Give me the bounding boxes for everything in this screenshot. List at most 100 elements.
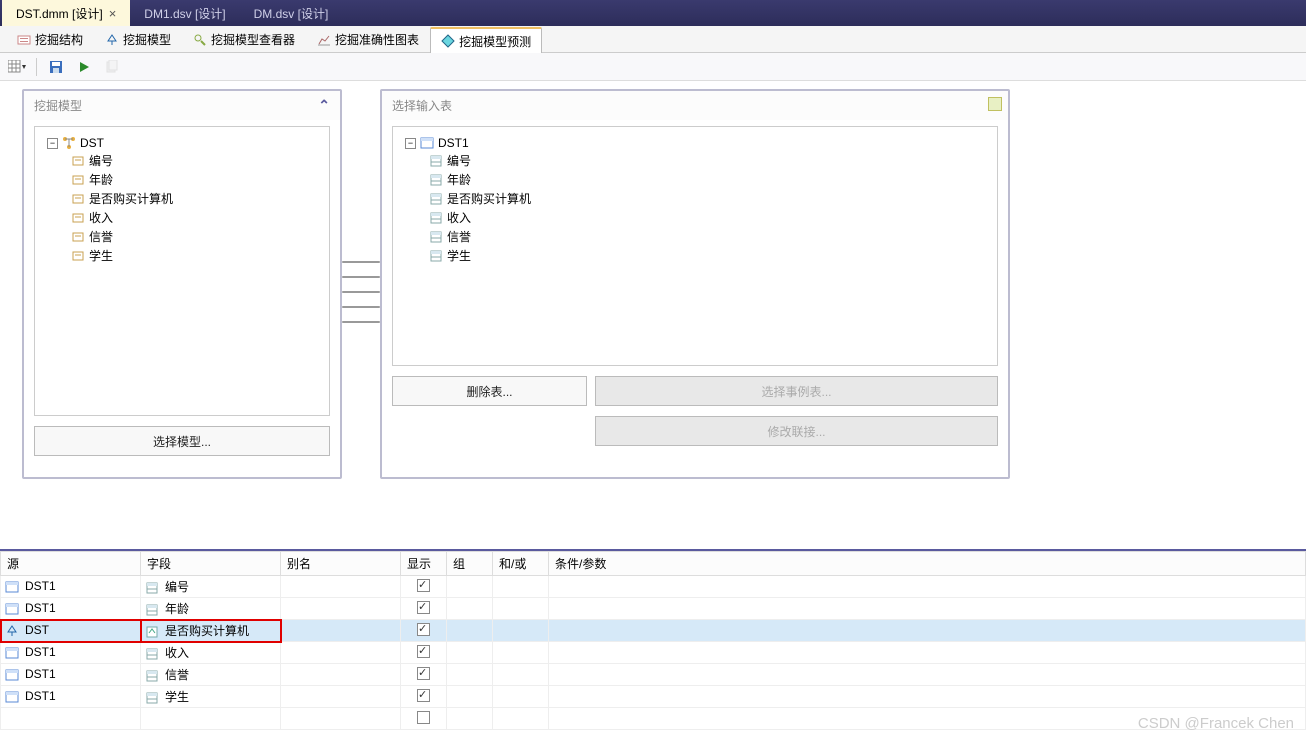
cell-field: 编号	[165, 580, 189, 594]
run-icon[interactable]	[75, 58, 93, 76]
doc-tab-dm[interactable]: DM.dsv [设计]	[240, 0, 343, 26]
tree-item[interactable]: 学生	[67, 246, 321, 265]
model-tree[interactable]: − DST 编号年龄是否购买计算机收入信誉学生	[34, 126, 330, 416]
show-checkbox[interactable]	[417, 667, 430, 680]
col-header-source[interactable]: 源	[1, 552, 141, 576]
cell-alias[interactable]	[281, 642, 401, 664]
tree-item[interactable]: 收入	[67, 208, 321, 227]
close-icon[interactable]: ×	[109, 6, 117, 21]
tree-item[interactable]: 是否购买计算机	[67, 189, 321, 208]
expander-icon[interactable]: −	[405, 138, 416, 149]
cell-condition[interactable]	[549, 686, 1306, 708]
table-row[interactable]: DST1 编号	[1, 576, 1306, 598]
cell-andor[interactable]	[493, 598, 549, 620]
col-header-alias[interactable]: 别名	[281, 552, 401, 576]
table-row[interactable]: DST1 信誉	[1, 664, 1306, 686]
tool-tab-label: 挖掘模型	[123, 31, 171, 48]
doc-tab-dm1[interactable]: DM1.dsv [设计]	[130, 0, 239, 26]
column-icon	[145, 669, 159, 683]
col-header-field[interactable]: 字段	[141, 552, 281, 576]
cell-group[interactable]	[447, 598, 493, 620]
doc-tab-label: DM1.dsv [设计]	[144, 5, 225, 22]
select-model-button[interactable]: 选择模型...	[34, 426, 330, 456]
tree-root-dst1[interactable]: − DST1	[401, 135, 989, 151]
show-checkbox[interactable]	[417, 579, 430, 592]
cell-group[interactable]	[447, 620, 493, 642]
cell-alias[interactable]	[281, 620, 401, 642]
show-checkbox[interactable]	[417, 623, 430, 636]
table-row[interactable]: DST1学生	[1, 686, 1306, 708]
cell-condition[interactable]	[549, 664, 1306, 686]
show-checkbox[interactable]	[417, 711, 430, 724]
cell-source: DST1	[25, 579, 56, 593]
table-icon	[5, 580, 19, 594]
cell-andor[interactable]	[493, 620, 549, 642]
show-checkbox[interactable]	[417, 601, 430, 614]
cell-source: DST1	[25, 645, 56, 659]
cell-group[interactable]	[447, 664, 493, 686]
cell-alias[interactable]	[281, 598, 401, 620]
tree-item[interactable]: 是否购买计算机	[425, 189, 989, 208]
table-row[interactable]: DST1收入	[1, 642, 1306, 664]
cell-alias[interactable]	[281, 686, 401, 708]
cell-andor[interactable]	[493, 686, 549, 708]
tree-item[interactable]: 学生	[425, 246, 989, 265]
col-header-andor[interactable]: 和/或	[493, 552, 549, 576]
show-checkbox[interactable]	[417, 689, 430, 702]
save-icon[interactable]	[47, 58, 65, 76]
col-header-group[interactable]: 组	[447, 552, 493, 576]
delete-table-button[interactable]: 删除表...	[392, 376, 587, 406]
tree-item-label: 收入	[89, 209, 113, 226]
cell-condition[interactable]	[549, 620, 1306, 642]
table-row-empty[interactable]	[1, 708, 1306, 730]
cell-group[interactable]	[447, 642, 493, 664]
cell-group[interactable]	[447, 576, 493, 598]
tab-mining-structure[interactable]: 挖掘结构	[6, 26, 94, 52]
cell-andor[interactable]	[493, 576, 549, 598]
show-checkbox[interactable]	[417, 645, 430, 658]
tree-item[interactable]: 信誉	[425, 227, 989, 246]
cell-condition[interactable]	[549, 576, 1306, 598]
panel-corner-icon[interactable]	[988, 97, 1002, 111]
expander-icon[interactable]: −	[47, 138, 58, 149]
column-icon	[145, 691, 159, 705]
tree-item[interactable]: 信誉	[67, 227, 321, 246]
grid-dropdown-icon[interactable]	[8, 58, 26, 76]
tree-item-label: 学生	[447, 247, 471, 264]
tree-item[interactable]: 收入	[425, 208, 989, 227]
attr-icon	[71, 192, 85, 206]
cell-andor[interactable]	[493, 642, 549, 664]
cell-condition[interactable]	[549, 598, 1306, 620]
tree-item-label: 信誉	[89, 228, 113, 245]
tab-mining-model[interactable]: 挖掘模型	[94, 26, 182, 52]
tree-item[interactable]: 年龄	[425, 170, 989, 189]
tree-item[interactable]: 编号	[425, 151, 989, 170]
cell-alias[interactable]	[281, 664, 401, 686]
tree-root-dst[interactable]: − DST	[43, 135, 321, 151]
col-header-condition[interactable]: 条件/参数	[549, 552, 1306, 576]
tool-tab-label: 挖掘模型查看器	[211, 31, 295, 48]
cell-condition[interactable]	[549, 642, 1306, 664]
cell-alias[interactable]	[281, 576, 401, 598]
collapse-icon[interactable]: ⌃	[318, 97, 330, 114]
doc-tab-label: DST.dmm [设计]	[16, 5, 103, 22]
tab-mining-viewer[interactable]: 挖掘模型查看器	[182, 26, 306, 52]
col-header-show[interactable]: 显示	[401, 552, 447, 576]
cell-source: DST1	[25, 667, 56, 681]
column-icon	[429, 230, 443, 244]
input-tree[interactable]: − DST1 编号年龄是否购买计算机收入信誉学生	[392, 126, 998, 366]
prediction-grid[interactable]: 源 字段 别名 显示 组 和/或 条件/参数 DST1 编号 DST1年龄DST是否…	[0, 551, 1306, 730]
tree-item[interactable]: 编号	[67, 151, 321, 170]
tab-mining-accuracy[interactable]: 挖掘准确性图表	[306, 26, 430, 52]
doc-tab-dst[interactable]: DST.dmm [设计] ×	[2, 0, 130, 26]
cell-group[interactable]	[447, 686, 493, 708]
table-row[interactable]: DST是否购买计算机	[1, 620, 1306, 642]
tab-mining-prediction[interactable]: 挖掘模型预测	[430, 27, 542, 53]
tree-item[interactable]: 年龄	[67, 170, 321, 189]
cell-field: 信誉	[165, 668, 189, 682]
table-row[interactable]: DST1年龄	[1, 598, 1306, 620]
cell-andor[interactable]	[493, 664, 549, 686]
grid-area: 源 字段 别名 显示 组 和/或 条件/参数 DST1 编号 DST1年龄DST是否…	[0, 551, 1306, 730]
tree-item-label: 学生	[89, 247, 113, 264]
modify-join-button: 修改联接...	[595, 416, 998, 446]
